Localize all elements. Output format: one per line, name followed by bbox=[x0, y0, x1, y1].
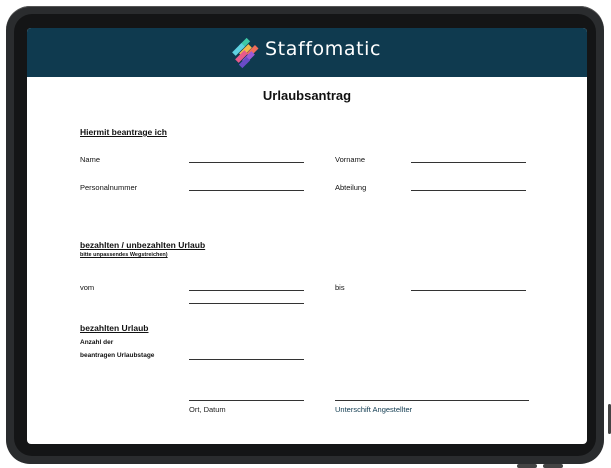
label-vom: vom bbox=[80, 283, 95, 292]
caption-signature: Unterschift Angestellter bbox=[335, 405, 413, 414]
label-count-1: Anzahl der bbox=[80, 339, 114, 346]
caption-place-date: Ort, Datum bbox=[189, 405, 226, 414]
label-bis: bis bbox=[335, 283, 345, 292]
section-heading-paid-leave: bezahlten Urlaub bbox=[80, 323, 149, 333]
abteilung-field-line[interactable] bbox=[411, 190, 526, 191]
bis-field-line[interactable] bbox=[411, 290, 526, 291]
days-field-line[interactable] bbox=[189, 359, 304, 360]
section-heading-request: Hiermit beantrage ich bbox=[80, 127, 167, 137]
label-vorname: Vorname bbox=[335, 155, 366, 164]
form-title: Urlaubsantrag bbox=[262, 88, 352, 103]
tablet-bottom-button bbox=[543, 464, 563, 468]
name-field-line[interactable] bbox=[189, 162, 304, 163]
signature-line[interactable] bbox=[335, 400, 529, 401]
document-screen: Staffomatic Urlaubsantrag Hiermit beantr… bbox=[27, 28, 587, 444]
label-name: Name bbox=[80, 155, 101, 164]
label-personalnummer: Personalnummer bbox=[80, 183, 138, 192]
label-abteilung: Abteilung bbox=[335, 183, 367, 192]
vorname-field-line[interactable] bbox=[411, 162, 526, 163]
staffomatic-logo-icon bbox=[232, 37, 259, 69]
vom-field-line[interactable] bbox=[189, 290, 304, 291]
vom-field-line-2[interactable] bbox=[189, 303, 304, 304]
personalnummer-field-line[interactable] bbox=[189, 190, 304, 191]
section-note: bitte unpassendes Wegstreichen) bbox=[80, 252, 168, 258]
brand-name: Staffomatic bbox=[265, 38, 382, 60]
place-date-line[interactable] bbox=[189, 400, 304, 401]
tablet-bottom-button bbox=[517, 464, 537, 468]
app-header: Staffomatic bbox=[27, 28, 587, 77]
label-count-2: beantragen Urlaubstage bbox=[80, 352, 155, 359]
section-heading-leave-type: bezahlten / unbezahlten Urlaub bbox=[80, 240, 206, 250]
